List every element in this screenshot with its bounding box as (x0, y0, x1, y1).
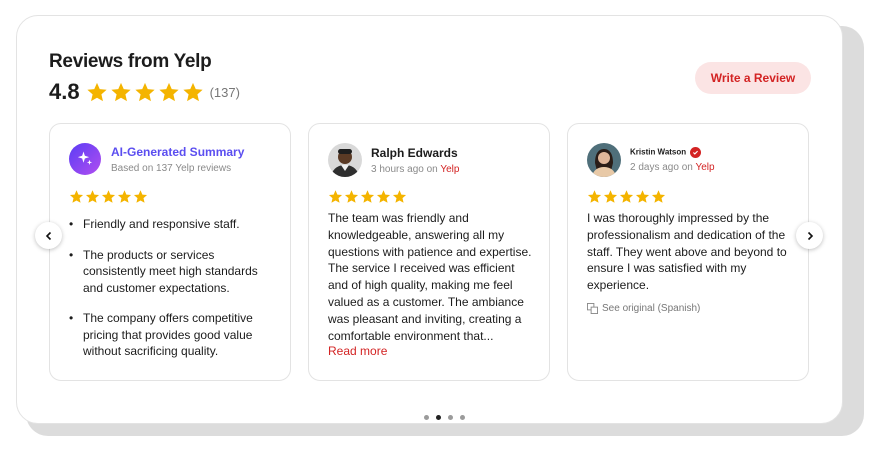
see-original-link[interactable]: See original (Spanish) (587, 303, 700, 314)
widget-title: Reviews from Yelp (49, 51, 212, 72)
review-count: (137) (209, 84, 240, 100)
star-icon (376, 190, 391, 203)
avatar (587, 143, 621, 177)
card-subtitle: Based on 137 Yelp reviews (111, 162, 232, 174)
card-stars (69, 189, 148, 204)
card-stars (328, 189, 407, 204)
pagination-dot[interactable] (448, 415, 453, 420)
star-icon (110, 82, 131, 102)
star-icon (587, 190, 602, 203)
review-time: 2 days ago on (630, 162, 693, 173)
star-icon (603, 190, 618, 203)
review-text: I was thoroughly impressed by the profes… (587, 211, 787, 293)
star-icon (619, 190, 634, 203)
review-text: The team was friendly and knowledgeable,… (328, 211, 532, 343)
reviewer-name: Ralph Edwards (371, 145, 458, 160)
star-icon (69, 190, 84, 203)
read-more-link[interactable]: Read more (328, 344, 387, 358)
star-icon (360, 190, 375, 203)
star-icon (392, 190, 407, 203)
ai-summary-card: AI-Generated Summary Based on 137 Yelp r… (49, 123, 291, 381)
star-icon (85, 190, 100, 203)
star-icon (182, 82, 203, 102)
verified-icon (690, 147, 702, 158)
chevron-right-icon (807, 231, 813, 240)
review-source: Yelp (695, 162, 715, 173)
review-card: Kristin Watson 2 days ago on Yelp I was … (567, 123, 809, 381)
list-item: • The products or services consistently m… (69, 247, 258, 295)
list-item: • The company offers competitive pricing … (69, 311, 253, 358)
review-source: Yelp (440, 163, 460, 175)
review-card: Ralph Edwards 3 hours ago on Yelp The te… (308, 123, 550, 381)
review-time: 3 hours ago on (371, 163, 438, 175)
star-icon (117, 190, 132, 203)
avatar (328, 143, 362, 177)
translate-icon (587, 303, 598, 314)
next-arrow-button[interactable] (796, 222, 823, 249)
reviewer-name: Kristin Watson (630, 147, 687, 157)
card-title: AI-Generated Summary (111, 144, 245, 159)
pagination-dots (424, 415, 465, 420)
card-stars (587, 189, 666, 204)
star-icon (134, 82, 155, 102)
overall-rating: 4.8 (137) (49, 79, 240, 104)
sparkle-icon (69, 143, 101, 175)
list-item: • Friendly and responsive staff. (69, 217, 240, 231)
star-icon (158, 82, 179, 102)
star-icon (328, 190, 343, 203)
write-review-button[interactable]: Write a Review (695, 62, 811, 94)
pagination-dot-active[interactable] (436, 415, 441, 420)
prev-arrow-button[interactable] (35, 222, 62, 249)
rating-stars (86, 81, 204, 103)
pagination-dot[interactable] (424, 415, 429, 420)
star-icon (86, 82, 107, 102)
pagination-dot[interactable] (460, 415, 465, 420)
rating-value: 4.8 (49, 79, 80, 104)
reviews-widget: Reviews from Yelp 4.8 (137) Write a Revi… (16, 15, 843, 424)
chevron-left-icon (45, 231, 51, 240)
star-icon (344, 190, 359, 203)
star-icon (651, 190, 666, 203)
star-icon (101, 190, 116, 203)
star-icon (635, 190, 650, 203)
summary-bullets: • Friendly and responsive staff. • The pro… (69, 216, 279, 374)
star-icon (133, 190, 148, 203)
